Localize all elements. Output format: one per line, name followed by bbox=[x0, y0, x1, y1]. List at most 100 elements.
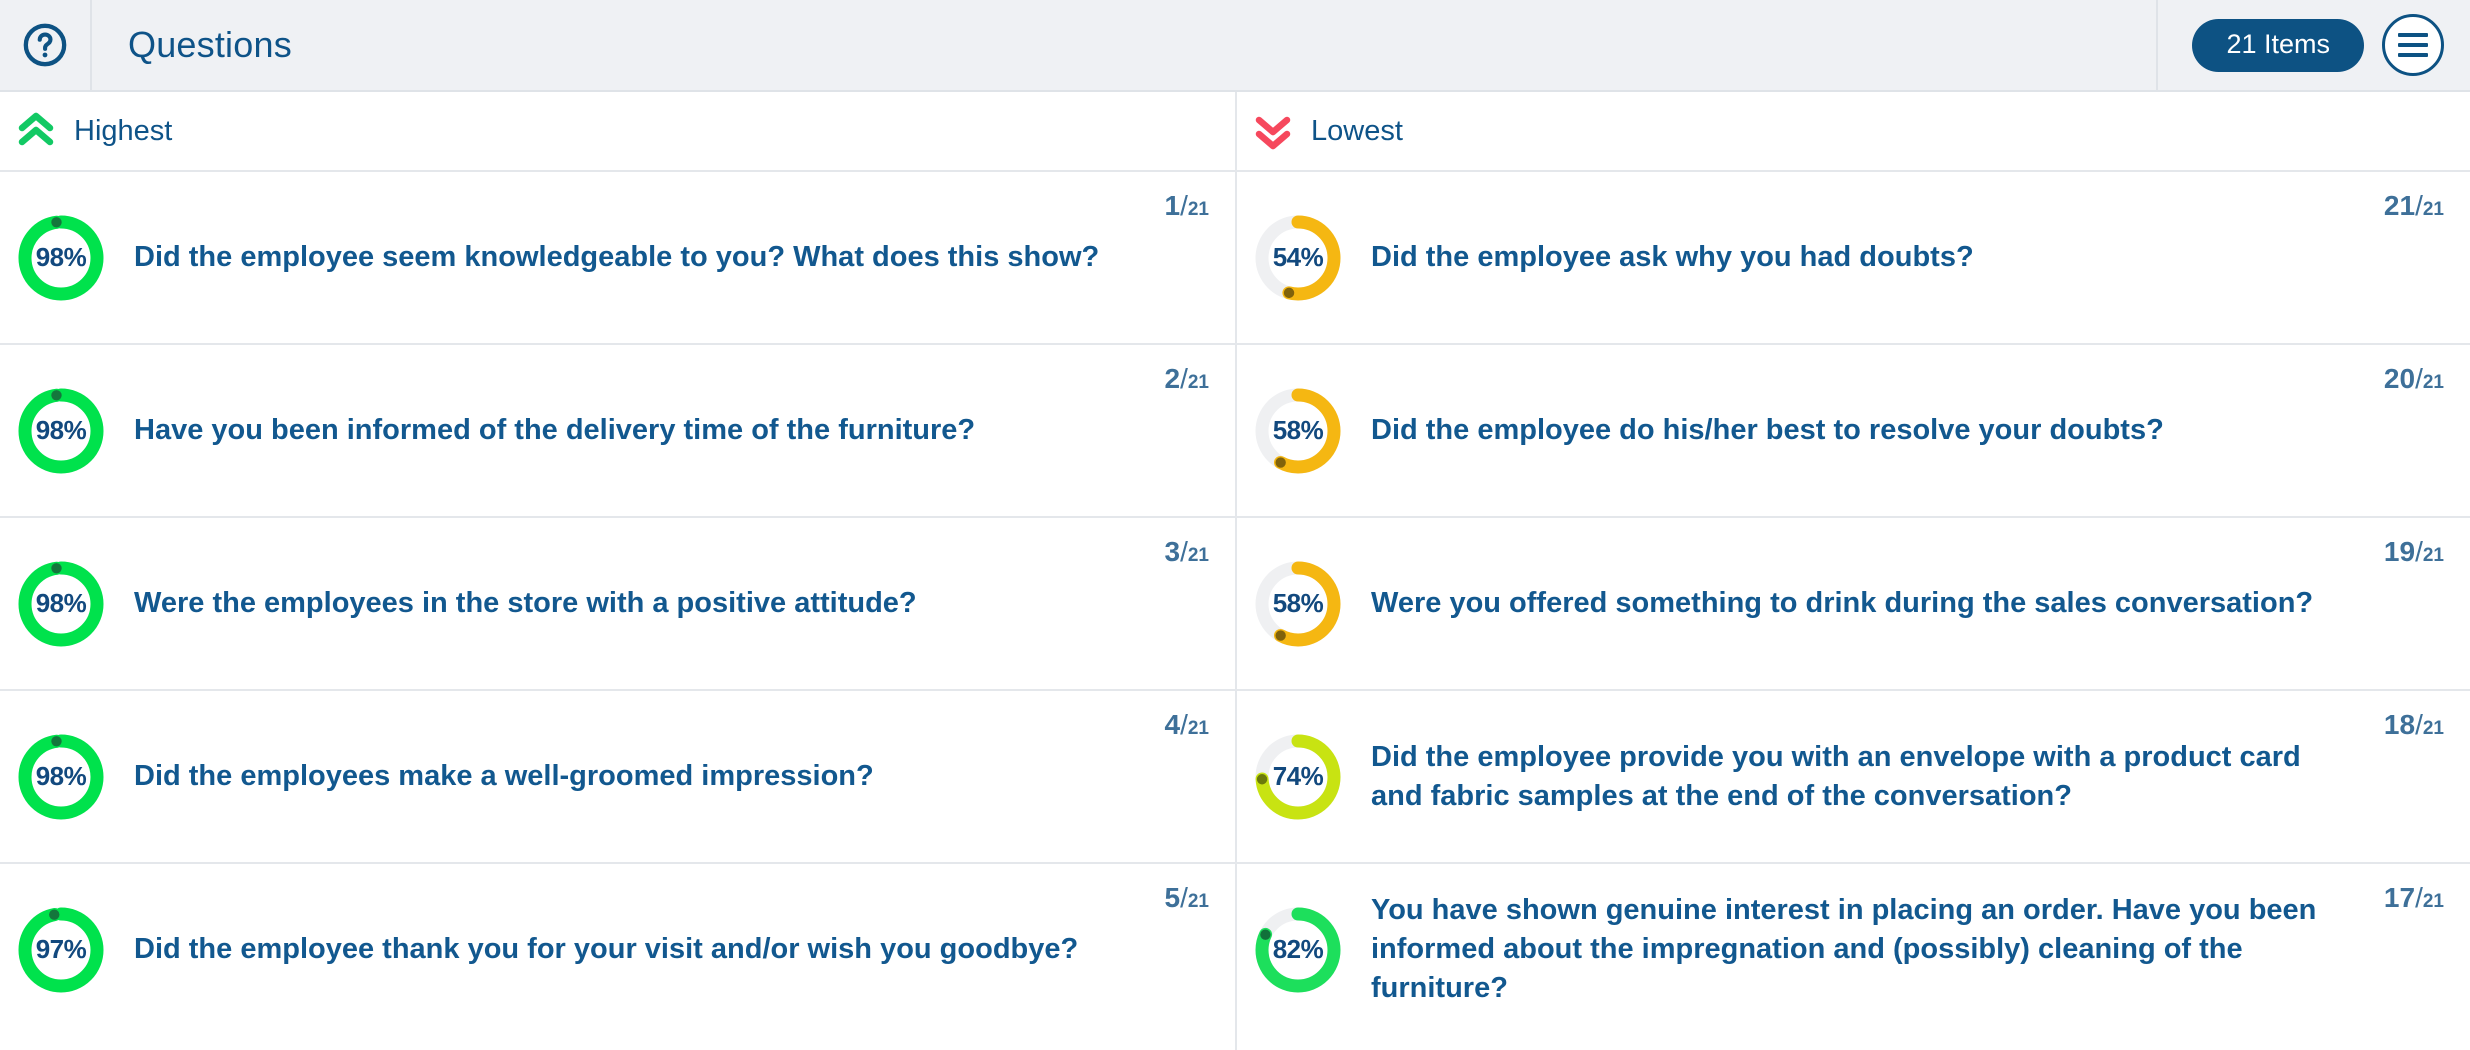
hamburger-menu-icon-bar-2 bbox=[2398, 43, 2428, 47]
rank-numerator: 18 bbox=[2383, 709, 2416, 740]
question-row[interactable]: 97% Did the employee thank you for your … bbox=[0, 862, 1235, 1035]
score-percent-label: 97% bbox=[35, 934, 87, 964]
rank-slash: / bbox=[2415, 882, 2423, 913]
column-header-lowest[interactable]: Lowest bbox=[1237, 92, 2470, 170]
score-gauge: 98% bbox=[14, 557, 108, 651]
rank-indicator: 3/21 bbox=[1165, 536, 1210, 568]
rank-indicator: 1/21 bbox=[1165, 190, 1210, 222]
score-gauge: 82% bbox=[1251, 903, 1345, 997]
chevron-double-down-icon bbox=[1255, 116, 1291, 150]
rank-denominator: 21 bbox=[1187, 372, 1209, 393]
rank-denominator: 21 bbox=[2422, 372, 2444, 393]
rank-denominator: 21 bbox=[1187, 718, 1209, 739]
rank-indicator: 21/21 bbox=[2384, 190, 2444, 222]
score-percent-label: 58% bbox=[1272, 588, 1324, 618]
score-percent-label: 98% bbox=[35, 761, 87, 791]
rank-denominator: 21 bbox=[1187, 545, 1209, 566]
rank-slash: / bbox=[1180, 709, 1188, 740]
question-list-highest: 98% Did the employee seem knowledgeable … bbox=[0, 170, 1235, 1050]
question-text: You have shown genuine interest in placi… bbox=[1371, 894, 2317, 1004]
score-percent-label: 54% bbox=[1272, 242, 1324, 272]
question-text: Did the employee ask why you had doubts? bbox=[1371, 241, 1974, 274]
rank-numerator: 4 bbox=[1164, 709, 1181, 740]
question-row[interactable]: 54% Did the employee ask why you had dou… bbox=[1237, 170, 2470, 343]
questions-columns: Highest 98% Did the employee seem knowle… bbox=[0, 92, 2470, 1050]
column-header-label: Highest bbox=[74, 114, 173, 147]
rank-slash: / bbox=[2415, 190, 2423, 221]
rank-numerator: 1 bbox=[1164, 190, 1181, 221]
rank-slash: / bbox=[2415, 709, 2423, 740]
rank-numerator: 21 bbox=[2383, 190, 2416, 221]
rank-denominator: 21 bbox=[2422, 718, 2444, 739]
rank-denominator: 21 bbox=[1187, 199, 1209, 220]
column-highest: Highest 98% Did the employee seem knowle… bbox=[0, 92, 1235, 1050]
question-text: Did the employee thank you for your visi… bbox=[134, 933, 1079, 966]
rank-denominator: 21 bbox=[2422, 545, 2444, 566]
rank-denominator: 21 bbox=[2422, 199, 2444, 220]
question-row[interactable]: 58% Were you offered something to drink … bbox=[1237, 516, 2470, 689]
items-count-badge: 21 Items bbox=[2192, 18, 2364, 72]
rank-slash: / bbox=[2415, 363, 2423, 394]
rank-indicator: 18/21 bbox=[2384, 709, 2444, 741]
rank-denominator: 21 bbox=[2422, 891, 2444, 912]
app-header: Questions 21 Items bbox=[0, 0, 2470, 92]
rank-slash: / bbox=[1180, 363, 1188, 394]
column-header-label: Lowest bbox=[1311, 114, 1403, 147]
score-gauge: 58% bbox=[1251, 557, 1345, 651]
help-button[interactable] bbox=[0, 0, 92, 90]
rank-indicator: 17/21 bbox=[2384, 882, 2444, 914]
rank-indicator: 20/21 bbox=[2384, 363, 2444, 395]
question-text: Were the employees in the store with a p… bbox=[134, 587, 917, 620]
question-text: Did the employees make a well-groomed im… bbox=[134, 760, 874, 793]
hamburger-menu-icon-bar-1 bbox=[2398, 33, 2428, 37]
question-row[interactable]: 98% Have you been informed of the delive… bbox=[0, 343, 1235, 516]
page-title: Questions bbox=[128, 24, 292, 65]
question-text: Did the employee seem knowledgeable to y… bbox=[134, 241, 1100, 274]
hamburger-menu-icon-bar-3 bbox=[2398, 53, 2428, 57]
rank-numerator: 2 bbox=[1164, 363, 1181, 394]
page-title-container: Questions bbox=[92, 0, 2156, 90]
rank-numerator: 19 bbox=[2383, 536, 2416, 567]
rank-numerator: 5 bbox=[1164, 882, 1181, 913]
question-text: Were you offered something to drink duri… bbox=[1371, 587, 2314, 620]
score-percent-label: 98% bbox=[35, 242, 87, 272]
score-percent-label: 74% bbox=[1272, 761, 1324, 791]
hamburger-menu-button[interactable] bbox=[2382, 14, 2444, 76]
question-text: Did the employee provide you with an env… bbox=[1371, 740, 2301, 812]
score-percent-label: 98% bbox=[35, 588, 87, 618]
score-gauge: 58% bbox=[1251, 384, 1345, 478]
rank-indicator: 5/21 bbox=[1165, 882, 1210, 914]
score-percent-label: 58% bbox=[1272, 415, 1324, 445]
rank-numerator: 17 bbox=[2383, 882, 2416, 913]
score-gauge: 98% bbox=[14, 730, 108, 824]
column-header-highest[interactable]: Highest bbox=[0, 92, 1235, 170]
rank-numerator: 20 bbox=[2383, 363, 2416, 394]
question-circle-icon bbox=[23, 23, 67, 67]
rank-slash: / bbox=[2415, 536, 2423, 567]
rank-indicator: 4/21 bbox=[1165, 709, 1210, 741]
question-row[interactable]: 82% You have shown genuine interest in p… bbox=[1237, 862, 2470, 1035]
rank-denominator: 21 bbox=[1187, 891, 1209, 912]
score-percent-label: 82% bbox=[1272, 934, 1324, 964]
question-text: Have you been informed of the delivery t… bbox=[134, 414, 976, 447]
question-row[interactable]: 98% Did the employees make a well-groome… bbox=[0, 689, 1235, 862]
question-row[interactable]: 98% Did the employee seem knowledgeable … bbox=[0, 170, 1235, 343]
question-text: Did the employee do his/her best to reso… bbox=[1371, 414, 2164, 447]
score-gauge: 97% bbox=[14, 903, 108, 997]
chevron-double-up-icon bbox=[18, 112, 54, 146]
question-row[interactable]: 74% Did the employee provide you with an… bbox=[1237, 689, 2470, 862]
rank-slash: / bbox=[1180, 536, 1188, 567]
question-row[interactable]: 98% Were the employees in the store with… bbox=[0, 516, 1235, 689]
column-lowest: Lowest 54% Did the employee ask why you … bbox=[1235, 92, 2470, 1050]
rank-indicator: 19/21 bbox=[2384, 536, 2444, 568]
rank-slash: / bbox=[1180, 882, 1188, 913]
header-actions: 21 Items bbox=[2156, 0, 2470, 90]
score-gauge: 74% bbox=[1251, 730, 1345, 824]
question-list-lowest: 54% Did the employee ask why you had dou… bbox=[1237, 170, 2470, 1050]
score-percent-label: 98% bbox=[35, 415, 87, 445]
score-gauge: 98% bbox=[14, 211, 108, 305]
score-gauge: 54% bbox=[1251, 211, 1345, 305]
rank-slash: / bbox=[1180, 190, 1188, 221]
rank-numerator: 3 bbox=[1164, 536, 1181, 567]
question-row[interactable]: 58% Did the employee do his/her best to … bbox=[1237, 343, 2470, 516]
